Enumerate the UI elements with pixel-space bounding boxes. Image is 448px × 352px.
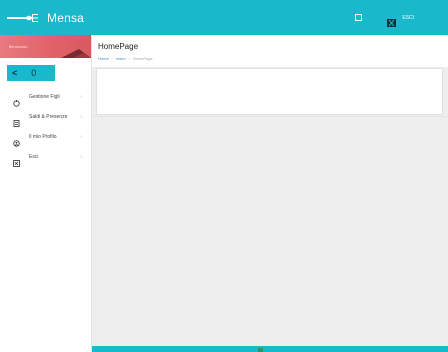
page-title: HomePage: [98, 42, 139, 51]
app-title: Mensa: [47, 10, 85, 25]
breadcrumb-index[interactable]: Index: [116, 56, 126, 61]
footer-bar: [92, 346, 448, 352]
chevron-right-icon: ›: [80, 134, 82, 140]
back-button[interactable]: < 0: [7, 65, 55, 81]
sidebar-item-label: Saldi & Presenze: [29, 114, 68, 120]
fork-icon: [7, 12, 45, 24]
back-arrow-icon: <: [12, 68, 18, 78]
child-icon: [13, 94, 20, 107]
divider: [92, 116, 448, 117]
breadcrumb-current: HomePage: [132, 56, 153, 61]
ledger-icon: [13, 114, 20, 127]
sidebar-item-label: Il mio Profilo: [29, 134, 57, 140]
top-right-actions: ESCI: [355, 0, 448, 35]
chevron-right-icon: ›: [80, 154, 82, 160]
page-header: HomePage Home / Index / HomePage: [92, 35, 448, 67]
exit-icon: [387, 14, 397, 27]
breadcrumb: Home / Index / HomePage: [98, 56, 153, 61]
footer-indicator: [258, 348, 263, 352]
sidebar-item-label: Esci: [29, 154, 39, 160]
user-banner-label: Benvenuto: [9, 45, 28, 49]
sidebar-item-profilo[interactable]: Il mio Profilo ›: [0, 128, 91, 147]
sidebar-item-esci[interactable]: Esci ›: [0, 148, 91, 167]
mountain-icon: [61, 49, 91, 58]
top-bar: Mensa ESCI: [0, 0, 448, 35]
main-content: HomePage Home / Index / HomePage: [92, 35, 448, 346]
chevron-right-icon: ›: [80, 114, 82, 120]
exit-button[interactable]: ESCI: [387, 14, 414, 27]
brand[interactable]: Mensa: [7, 0, 84, 35]
exit-icon: [13, 154, 20, 167]
sidebar: Benvenuto < 0 Gestione Figli › Saldi & P…: [0, 35, 92, 352]
breadcrumb-home[interactable]: Home: [98, 56, 109, 61]
content-card: [96, 68, 443, 115]
sidebar-item-gestione-figli[interactable]: Gestione Figli ›: [0, 88, 91, 107]
back-count: 0: [31, 68, 37, 78]
fullscreen-icon[interactable]: [355, 14, 363, 21]
sidebar-item-saldi-presenze[interactable]: Saldi & Presenze ›: [0, 108, 91, 127]
sidebar-menu: Gestione Figli › Saldi & Presenze › Il m…: [0, 88, 91, 167]
sidebar-item-label: Gestione Figli: [29, 94, 60, 100]
profile-icon: [13, 134, 20, 147]
exit-label: ESCI: [402, 14, 414, 21]
chevron-right-icon: ›: [80, 94, 82, 100]
user-banner: Benvenuto: [0, 35, 91, 58]
